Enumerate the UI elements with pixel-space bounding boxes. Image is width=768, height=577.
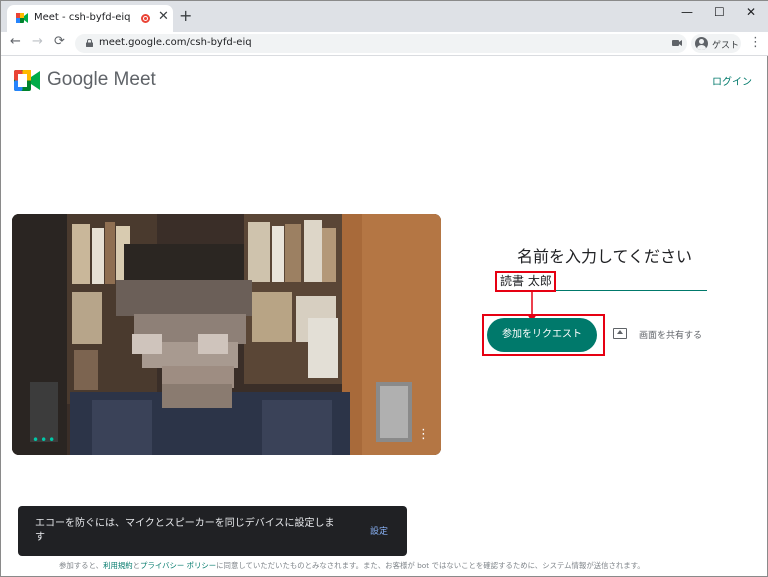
avatar-icon	[695, 37, 708, 50]
google-meet-logo-icon	[14, 70, 40, 91]
camera-in-use-icon[interactable]	[672, 39, 682, 47]
url-text: meet.google.com/csh-byfd-eiq	[99, 37, 252, 48]
browser-toolbar: ← → ⟳ meet.google.com/csh-byfd-eiq ゲスト ⋮	[1, 32, 768, 56]
camera-preview-image	[12, 214, 441, 455]
tab-title: Meet - csh-byfd-eiq	[34, 12, 131, 23]
privacy-link[interactable]: プライバシー ポリシー	[140, 561, 216, 570]
more-options-icon[interactable]: ⋮	[417, 428, 430, 441]
tab-meet[interactable]: Meet - csh-byfd-eiq ✕	[7, 5, 173, 32]
login-link[interactable]: ログイン	[712, 73, 752, 88]
window-close-icon[interactable]: ✕	[746, 6, 756, 18]
tab-close-icon[interactable]: ✕	[158, 10, 169, 23]
snackbar-message: エコーを防ぐには、マイクとスピーカーを同じデバイスに設定します	[35, 518, 335, 543]
name-highlight-box	[495, 271, 556, 292]
browser-menu-icon[interactable]: ⋮	[749, 36, 762, 49]
camera-preview: ••• ⋮	[12, 214, 441, 455]
footer-suffix: に同意していただいたものとみなされます。また、お客様が bot ではないことを確…	[216, 561, 645, 570]
reload-icon[interactable]: ⟳	[54, 35, 65, 48]
profile-button[interactable]: ゲスト	[691, 34, 741, 53]
forward-icon[interactable]: →	[32, 35, 43, 48]
new-tab-icon[interactable]: +	[179, 8, 192, 24]
footer-and: と	[132, 561, 141, 570]
brand-name: Google Meet	[47, 69, 156, 90]
browser-window: Meet - csh-byfd-eiq ✕ + — ☐ ✕ ← → ⟳ meet…	[0, 0, 768, 577]
terms-disclaimer: 参加すると、利用規約とプライバシー ポリシーに同意していただいたものとみなされま…	[59, 560, 645, 571]
footer-prefix: 参加すると、	[59, 561, 104, 570]
tab-strip: Meet - csh-byfd-eiq ✕ + — ☐ ✕	[1, 1, 768, 32]
lock-icon	[86, 39, 93, 47]
profile-label: ゲスト	[712, 41, 740, 51]
terms-link[interactable]: 利用規約	[103, 561, 133, 570]
address-bar[interactable]: meet.google.com/csh-byfd-eiq	[75, 34, 687, 53]
share-screen-label: 画面を共有する	[639, 331, 703, 341]
maximize-icon[interactable]: ☐	[714, 6, 725, 18]
recording-dot-icon	[141, 14, 150, 23]
echo-warning-snackbar: エコーを防ぐには、マイクとスピーカーを同じデバイスに設定します 設定	[18, 506, 407, 556]
meet-favicon-icon	[16, 13, 28, 23]
join-request-button[interactable]: 参加をリクエスト	[487, 318, 597, 352]
settings-button[interactable]: 設定	[370, 524, 388, 537]
minimize-icon[interactable]: —	[681, 6, 693, 18]
present-screen-icon	[613, 328, 627, 339]
audio-level-icon: •••	[32, 433, 57, 447]
back-icon[interactable]: ←	[10, 35, 21, 48]
name-prompt: 名前を入力してください	[517, 247, 693, 266]
